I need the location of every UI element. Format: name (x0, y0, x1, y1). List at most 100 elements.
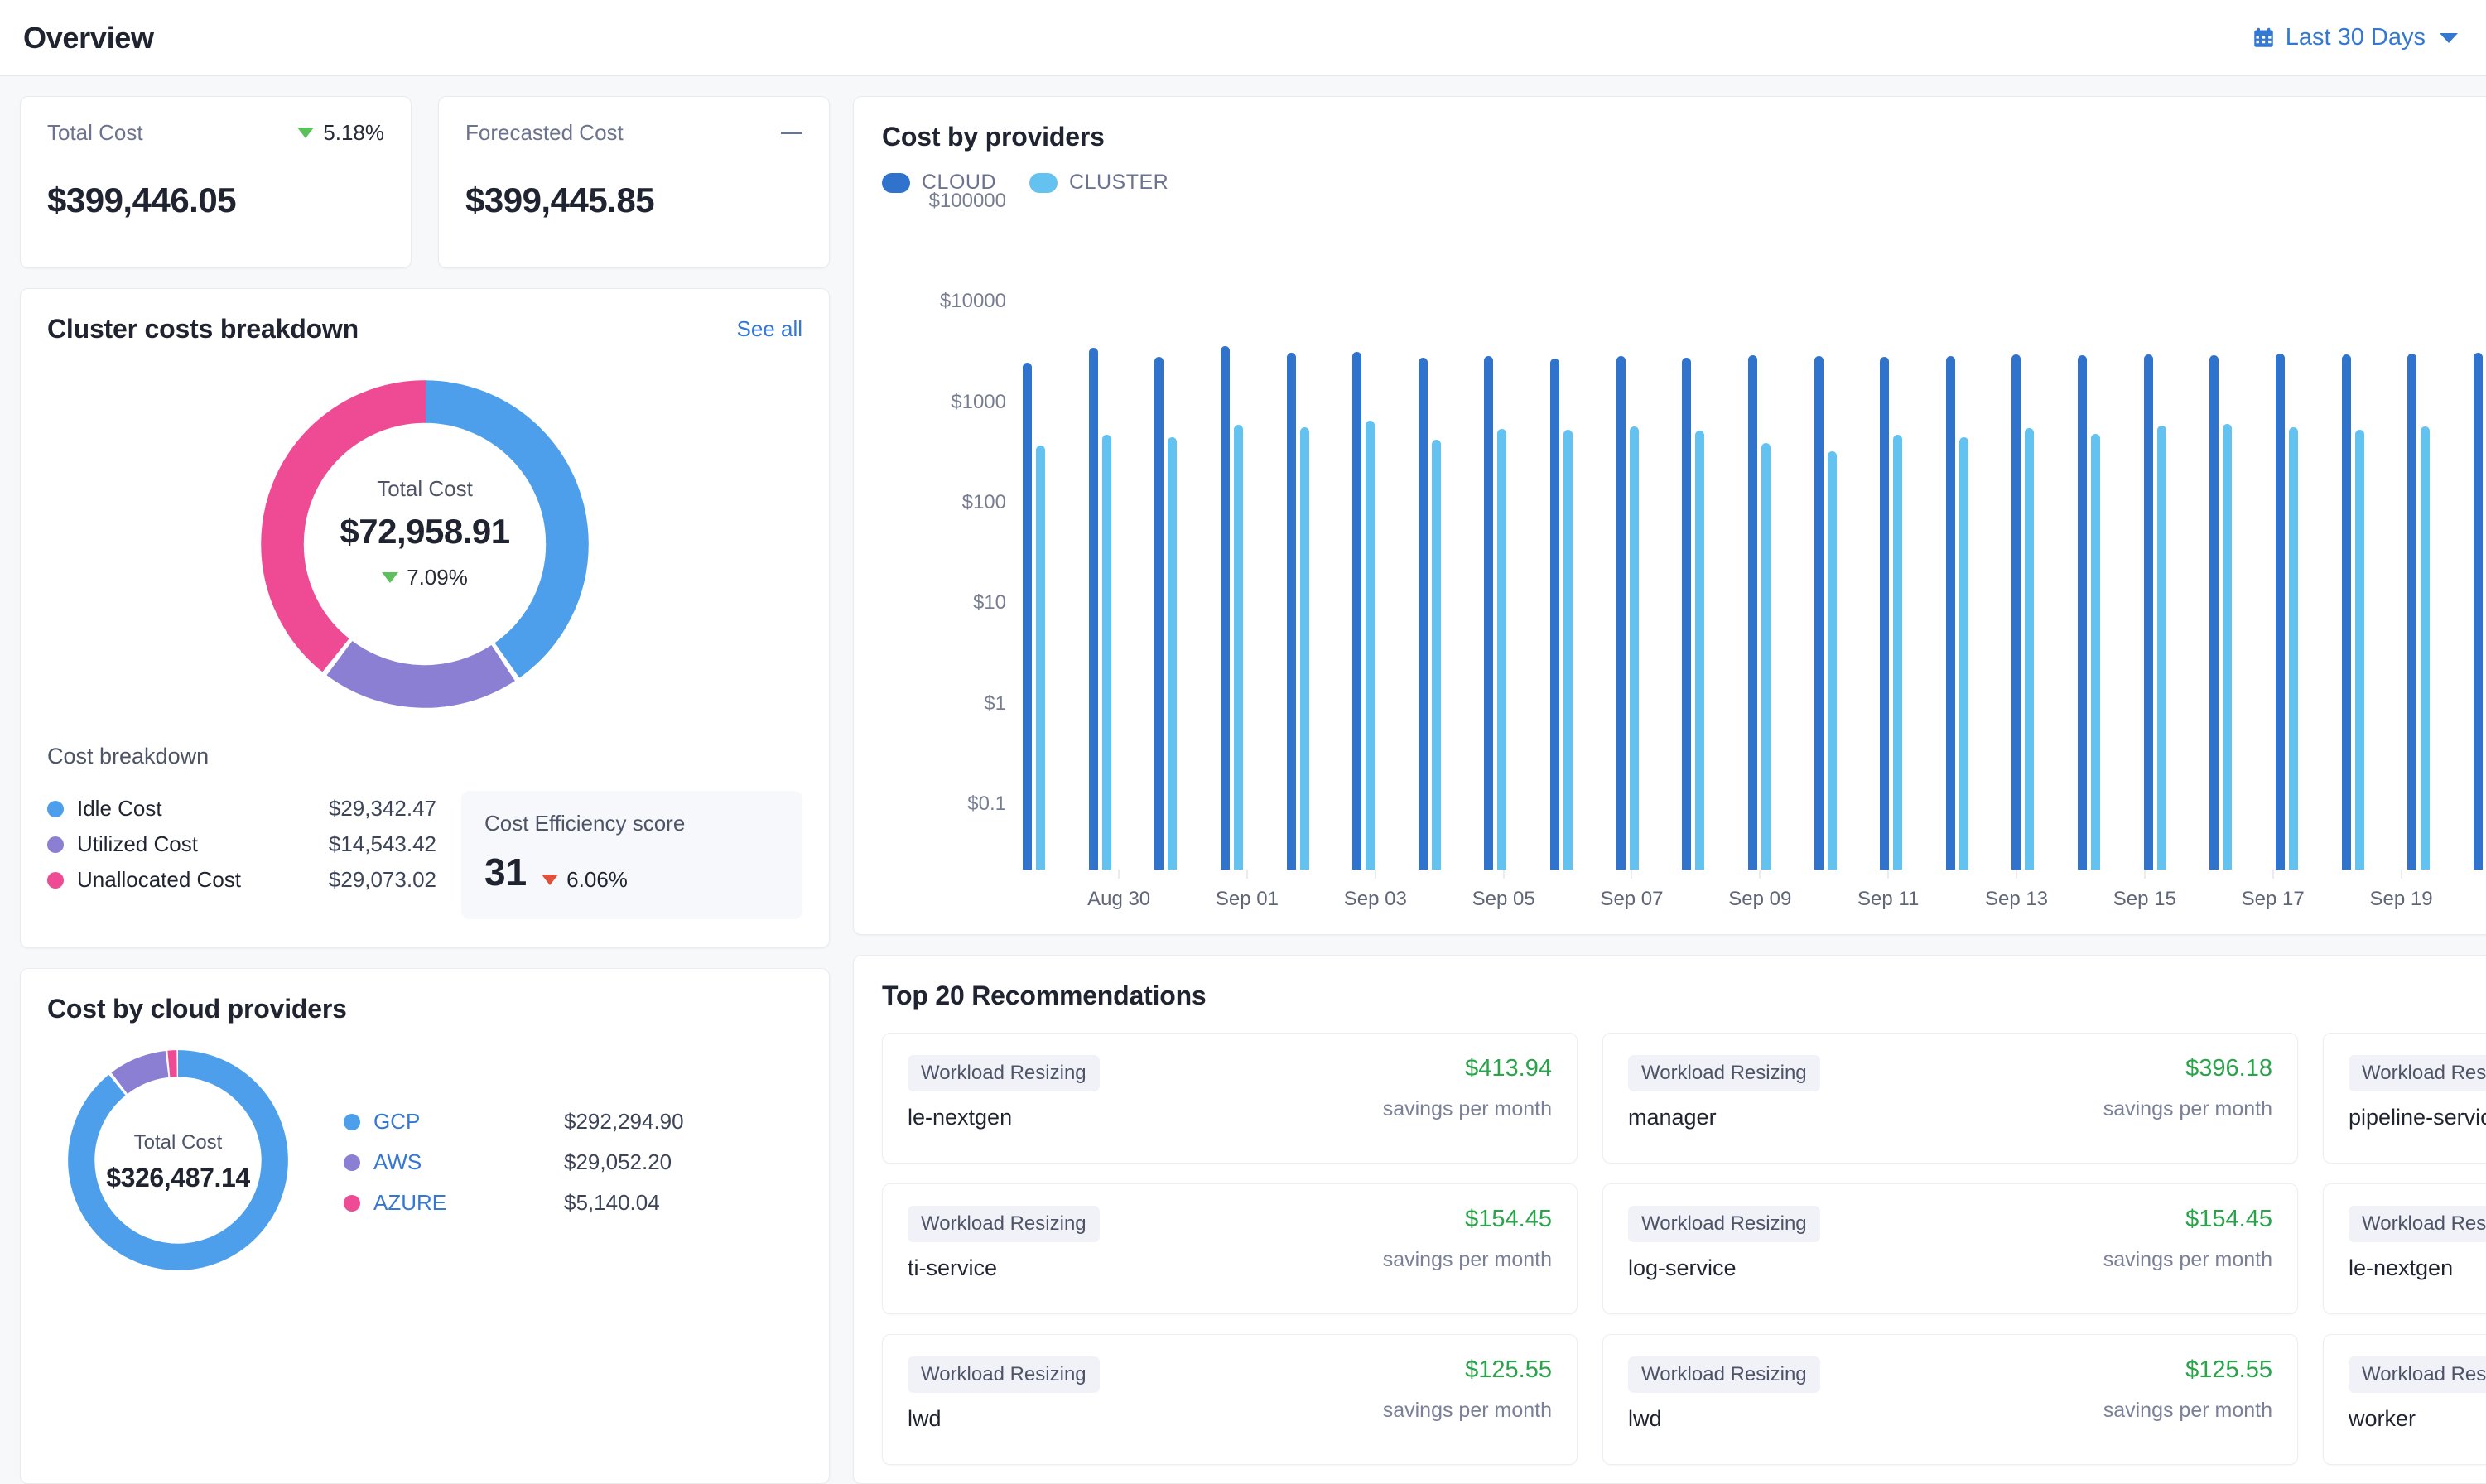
cost-breakdown-body: Idle Cost $29,342.47 Utilized Cost $14,5… (47, 791, 802, 919)
legend-item-cluster[interactable]: CLUSTER (1029, 171, 1168, 195)
recommendation-left: Workload Resizing worker (2349, 1356, 2486, 1432)
bar-group[interactable] (1023, 201, 1045, 870)
trend-down-icon (542, 874, 559, 885)
bar-cloud[interactable] (2078, 355, 2087, 870)
bar-cloud[interactable] (2407, 354, 2417, 870)
bar-cloud[interactable] (1550, 358, 1559, 870)
bar-cluster[interactable] (1036, 445, 1045, 870)
bar-cluster[interactable] (1893, 435, 1903, 870)
bar-group[interactable] (1352, 201, 1375, 870)
bar-cloud[interactable] (1286, 353, 1296, 870)
bar-cluster[interactable] (1695, 431, 1705, 870)
bar-cluster[interactable] (1366, 421, 1375, 870)
bar-group[interactable] (2078, 201, 2100, 870)
bar-cloud[interactable] (1682, 357, 1692, 870)
bar-cloud[interactable] (1418, 358, 1428, 870)
bar-cluster[interactable] (2091, 434, 2100, 870)
bar-group[interactable] (2011, 201, 2035, 870)
bar-group[interactable] (1550, 201, 1573, 870)
bar-cluster[interactable] (1497, 429, 1507, 870)
bar-group[interactable] (1484, 201, 1507, 870)
bar-cloud[interactable] (2011, 354, 2021, 870)
bar-group[interactable] (1880, 201, 1903, 870)
bar-cluster[interactable] (1101, 435, 1111, 870)
y-axis: $100000 $10000 $1000 $100 $10 $1 $0.1 (882, 190, 1006, 913)
chevron-down-icon (2440, 32, 2458, 43)
bar-cloud[interactable] (1945, 355, 1955, 870)
bar-cluster[interactable] (2421, 426, 2431, 870)
recommendation-card[interactable]: Workload Resizing log-service $154.45 savin… (1602, 1183, 2298, 1314)
bar-group[interactable] (1154, 201, 1178, 870)
see-all-link-cluster[interactable]: See all (737, 316, 803, 342)
bar-cluster[interactable] (2025, 428, 2035, 870)
bar-cluster[interactable] (1827, 450, 1837, 870)
bar-cluster[interactable] (1563, 430, 1573, 870)
recommendation-savings: $413.94 (1465, 1054, 1552, 1082)
recommendation-card[interactable]: Workload Resizing lwd $125.55 savings per m… (1602, 1333, 2298, 1465)
bar-cloud[interactable] (2275, 353, 2285, 870)
bar-group[interactable] (1286, 201, 1309, 870)
recommendation-card[interactable]: Workload Resizingle-nextgen$139.12saving… (2323, 1183, 2486, 1314)
bar-group[interactable] (2341, 201, 2364, 870)
bar-cloud[interactable] (2473, 353, 2483, 870)
kpi-delta-value: 5.18% (323, 120, 384, 145)
bar-cloud[interactable] (1154, 356, 1164, 870)
bar-cluster[interactable] (1168, 436, 1178, 870)
bar-group[interactable] (2275, 201, 2298, 870)
recommendation-card[interactable]: Workload Resizing manager $396.18 savings p… (1602, 1032, 2298, 1164)
recommendation-savings-label: savings per month (1382, 1096, 1552, 1120)
bar-cluster[interactable] (2288, 427, 2298, 870)
legend-pill-cloud (882, 172, 910, 193)
bar-group[interactable] (1088, 201, 1111, 870)
bar-cloud[interactable] (2341, 354, 2351, 870)
bar-group[interactable] (2473, 201, 2486, 870)
recommendation-savings: $125.55 (1465, 1356, 1552, 1383)
bar-cloud[interactable] (1880, 357, 1890, 870)
bar-cluster[interactable] (2223, 424, 2233, 870)
bar-cluster[interactable] (2156, 426, 2166, 870)
recommendation-name: lwd (1628, 1405, 1662, 1431)
bar-cluster[interactable] (1958, 436, 1968, 870)
bar-group[interactable] (1418, 201, 1441, 870)
bar-cluster[interactable] (1629, 426, 1639, 870)
recommendation-card[interactable]: Workload Resizingworker$118.40savings pe… (2323, 1333, 2486, 1465)
bar-group[interactable] (1814, 201, 1837, 870)
recommendation-left: Workload Resizing ti-service (908, 1205, 1100, 1281)
cost-breakdown-list: Idle Cost $29,342.47 Utilized Cost $14,5… (47, 791, 436, 898)
bar-cluster[interactable] (1233, 425, 1243, 870)
bar-cloud[interactable] (1747, 354, 1757, 870)
bar-group[interactable] (2407, 201, 2431, 870)
bar-group[interactable] (2209, 201, 2233, 870)
legend-label[interactable]: AZURE (373, 1190, 564, 1216)
bar-group[interactable] (1616, 201, 1639, 870)
bar-cluster[interactable] (1299, 427, 1309, 870)
bar-cluster[interactable] (2354, 430, 2364, 870)
bar-cloud[interactable] (1352, 351, 1362, 870)
bar-cloud[interactable] (1023, 362, 1032, 870)
list-item: Utilized Cost $14,543.42 (47, 826, 436, 862)
bar-group[interactable] (1945, 201, 1968, 870)
recommendation-card[interactable]: Workload Resizing ti-service $154.45 saving… (882, 1183, 1578, 1314)
bar-group[interactable] (1747, 201, 1771, 870)
bar-cluster[interactable] (1431, 439, 1441, 870)
recommendation-card[interactable]: Workload Resizingpipeline-service$300.21… (2323, 1032, 2486, 1164)
recommendation-card[interactable]: Workload Resizing lwd $125.55 savings per m… (882, 1333, 1578, 1465)
bar-group[interactable] (2143, 201, 2166, 870)
bar-cloud[interactable] (1616, 356, 1626, 870)
date-range-picker[interactable]: Last 30 Days (2252, 24, 2458, 51)
bar-cluster[interactable] (1761, 442, 1771, 870)
legend-label[interactable]: AWS (373, 1149, 564, 1175)
bar-cloud[interactable] (1088, 347, 1098, 870)
legend-dot-unallocated (47, 871, 64, 889)
recommendation-savings: $154.45 (1465, 1205, 1552, 1232)
bar-cloud[interactable] (1220, 345, 1230, 870)
bar-group[interactable] (1220, 201, 1243, 870)
bar-cloud[interactable] (2143, 354, 2153, 870)
bar-group[interactable] (1682, 201, 1705, 870)
bar-cloud[interactable] (1484, 355, 1494, 870)
legend-label[interactable]: GCP (373, 1109, 564, 1135)
recommendation-card[interactable]: Workload Resizing le-nextgen $413.94 saving… (882, 1032, 1578, 1164)
legend-dot-azure (344, 1194, 360, 1212)
bar-cloud[interactable] (2209, 354, 2219, 870)
bar-cloud[interactable] (1814, 356, 1824, 870)
